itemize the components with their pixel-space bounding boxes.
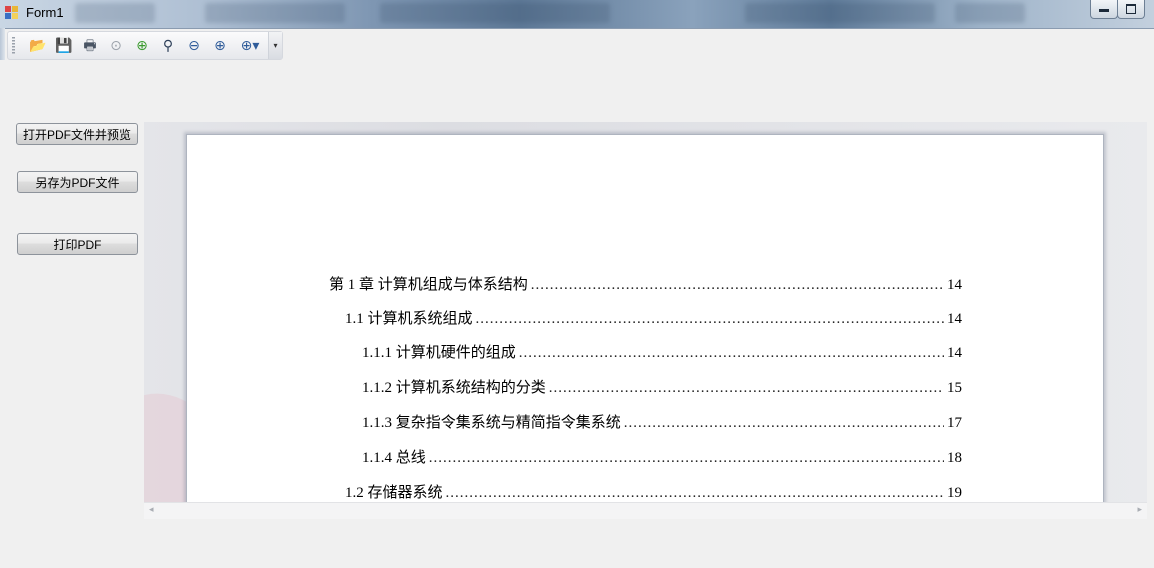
maximize-button[interactable] (1117, 0, 1145, 19)
toc-entry: 1.1.2 计算机系统结构的分类15 (362, 376, 962, 398)
scroll-left-icon[interactable]: ◂ (149, 505, 154, 515)
previous-page-button[interactable]: ⊙ (105, 35, 127, 56)
toc-entry: 1.1.4 总线18 (362, 446, 962, 468)
print-pdf-button[interactable]: 打印PDF (17, 233, 138, 255)
minimize-icon (1099, 9, 1109, 12)
viewer-right-edge (1147, 122, 1154, 502)
window-title: Form1 (26, 5, 64, 20)
save-as-pdf-button[interactable]: 另存为PDF文件 (17, 171, 138, 193)
zoom-in-button[interactable]: ⊕ (209, 35, 231, 56)
print-icon: 🖶 (83, 37, 97, 54)
zoom-out-button[interactable]: ⊖ (183, 35, 205, 56)
zoom-dropdown-button[interactable]: ⊕▾ (235, 35, 265, 56)
app-icon (5, 6, 19, 20)
horizontal-scrollbar[interactable]: ◂ ▸ (144, 502, 1147, 519)
toolbar-area: 📂 💾 🖶 ⊙ ⊕ ⚲ ⊖ ⊕ ⊕▾ ▾ (5, 29, 1154, 60)
toc-entry: 1.1.3 复杂指令集系统与精简指令集系统17 (362, 411, 962, 433)
chevron-down-icon: ▾ (273, 41, 278, 50)
save-icon: 💾 (55, 37, 73, 54)
toolbar-overflow-button[interactable]: ▾ (268, 32, 282, 59)
pdf-page[interactable]: 第 1 章 计算机组成与体系结构14 1.1 计算机系统组成14 1.1.1 计… (186, 134, 1104, 502)
toc-entry: 1.2 存储器系统19 (345, 481, 962, 502)
find-binoculars-button[interactable]: ⚲ (157, 35, 179, 56)
previous-page-icon: ⊙ (110, 37, 122, 54)
open-pdf-preview-label: 打开PDF文件并预览 (22, 127, 131, 142)
next-page-icon: ⊕ (136, 37, 148, 54)
print-pdf-label: 打印PDF (53, 237, 102, 252)
pdf-viewer[interactable]: 第 1 章 计算机组成与体系结构14 1.1 计算机系统组成14 1.1.1 计… (144, 122, 1147, 502)
toolbar-grip[interactable] (12, 37, 15, 54)
find-binoculars-icon: ⚲ (162, 37, 174, 54)
save-as-pdf-label: 另存为PDF文件 (35, 175, 120, 190)
open-folder-button[interactable]: 📂 (27, 35, 49, 56)
zoom-out-icon: ⊖ (188, 37, 200, 54)
window-title-bar[interactable]: Form1 (0, 0, 1154, 29)
print-button[interactable]: 🖶 (79, 35, 101, 56)
toc-entry: 1.1 计算机系统组成14 (345, 307, 962, 329)
zoom-dropdown-icon: ⊕▾ (240, 37, 260, 54)
toolbar: 📂 💾 🖶 ⊙ ⊕ ⚲ ⊖ ⊕ ⊕▾ ▾ (7, 31, 283, 60)
zoom-in-icon: ⊕ (214, 37, 226, 54)
maximize-icon (1126, 4, 1136, 14)
toc-entry: 第 1 章 计算机组成与体系结构14 (329, 273, 962, 295)
scroll-right-icon[interactable]: ▸ (1137, 505, 1142, 515)
minimize-button[interactable] (1090, 0, 1118, 19)
open-folder-icon: 📂 (29, 37, 47, 54)
next-page-button[interactable]: ⊕ (131, 35, 153, 56)
save-button[interactable]: 💾 (53, 35, 75, 56)
open-pdf-preview-button[interactable]: 打开PDF文件并预览 (16, 123, 138, 145)
toc-entry: 1.1.1 计算机硬件的组成14 (362, 341, 962, 363)
